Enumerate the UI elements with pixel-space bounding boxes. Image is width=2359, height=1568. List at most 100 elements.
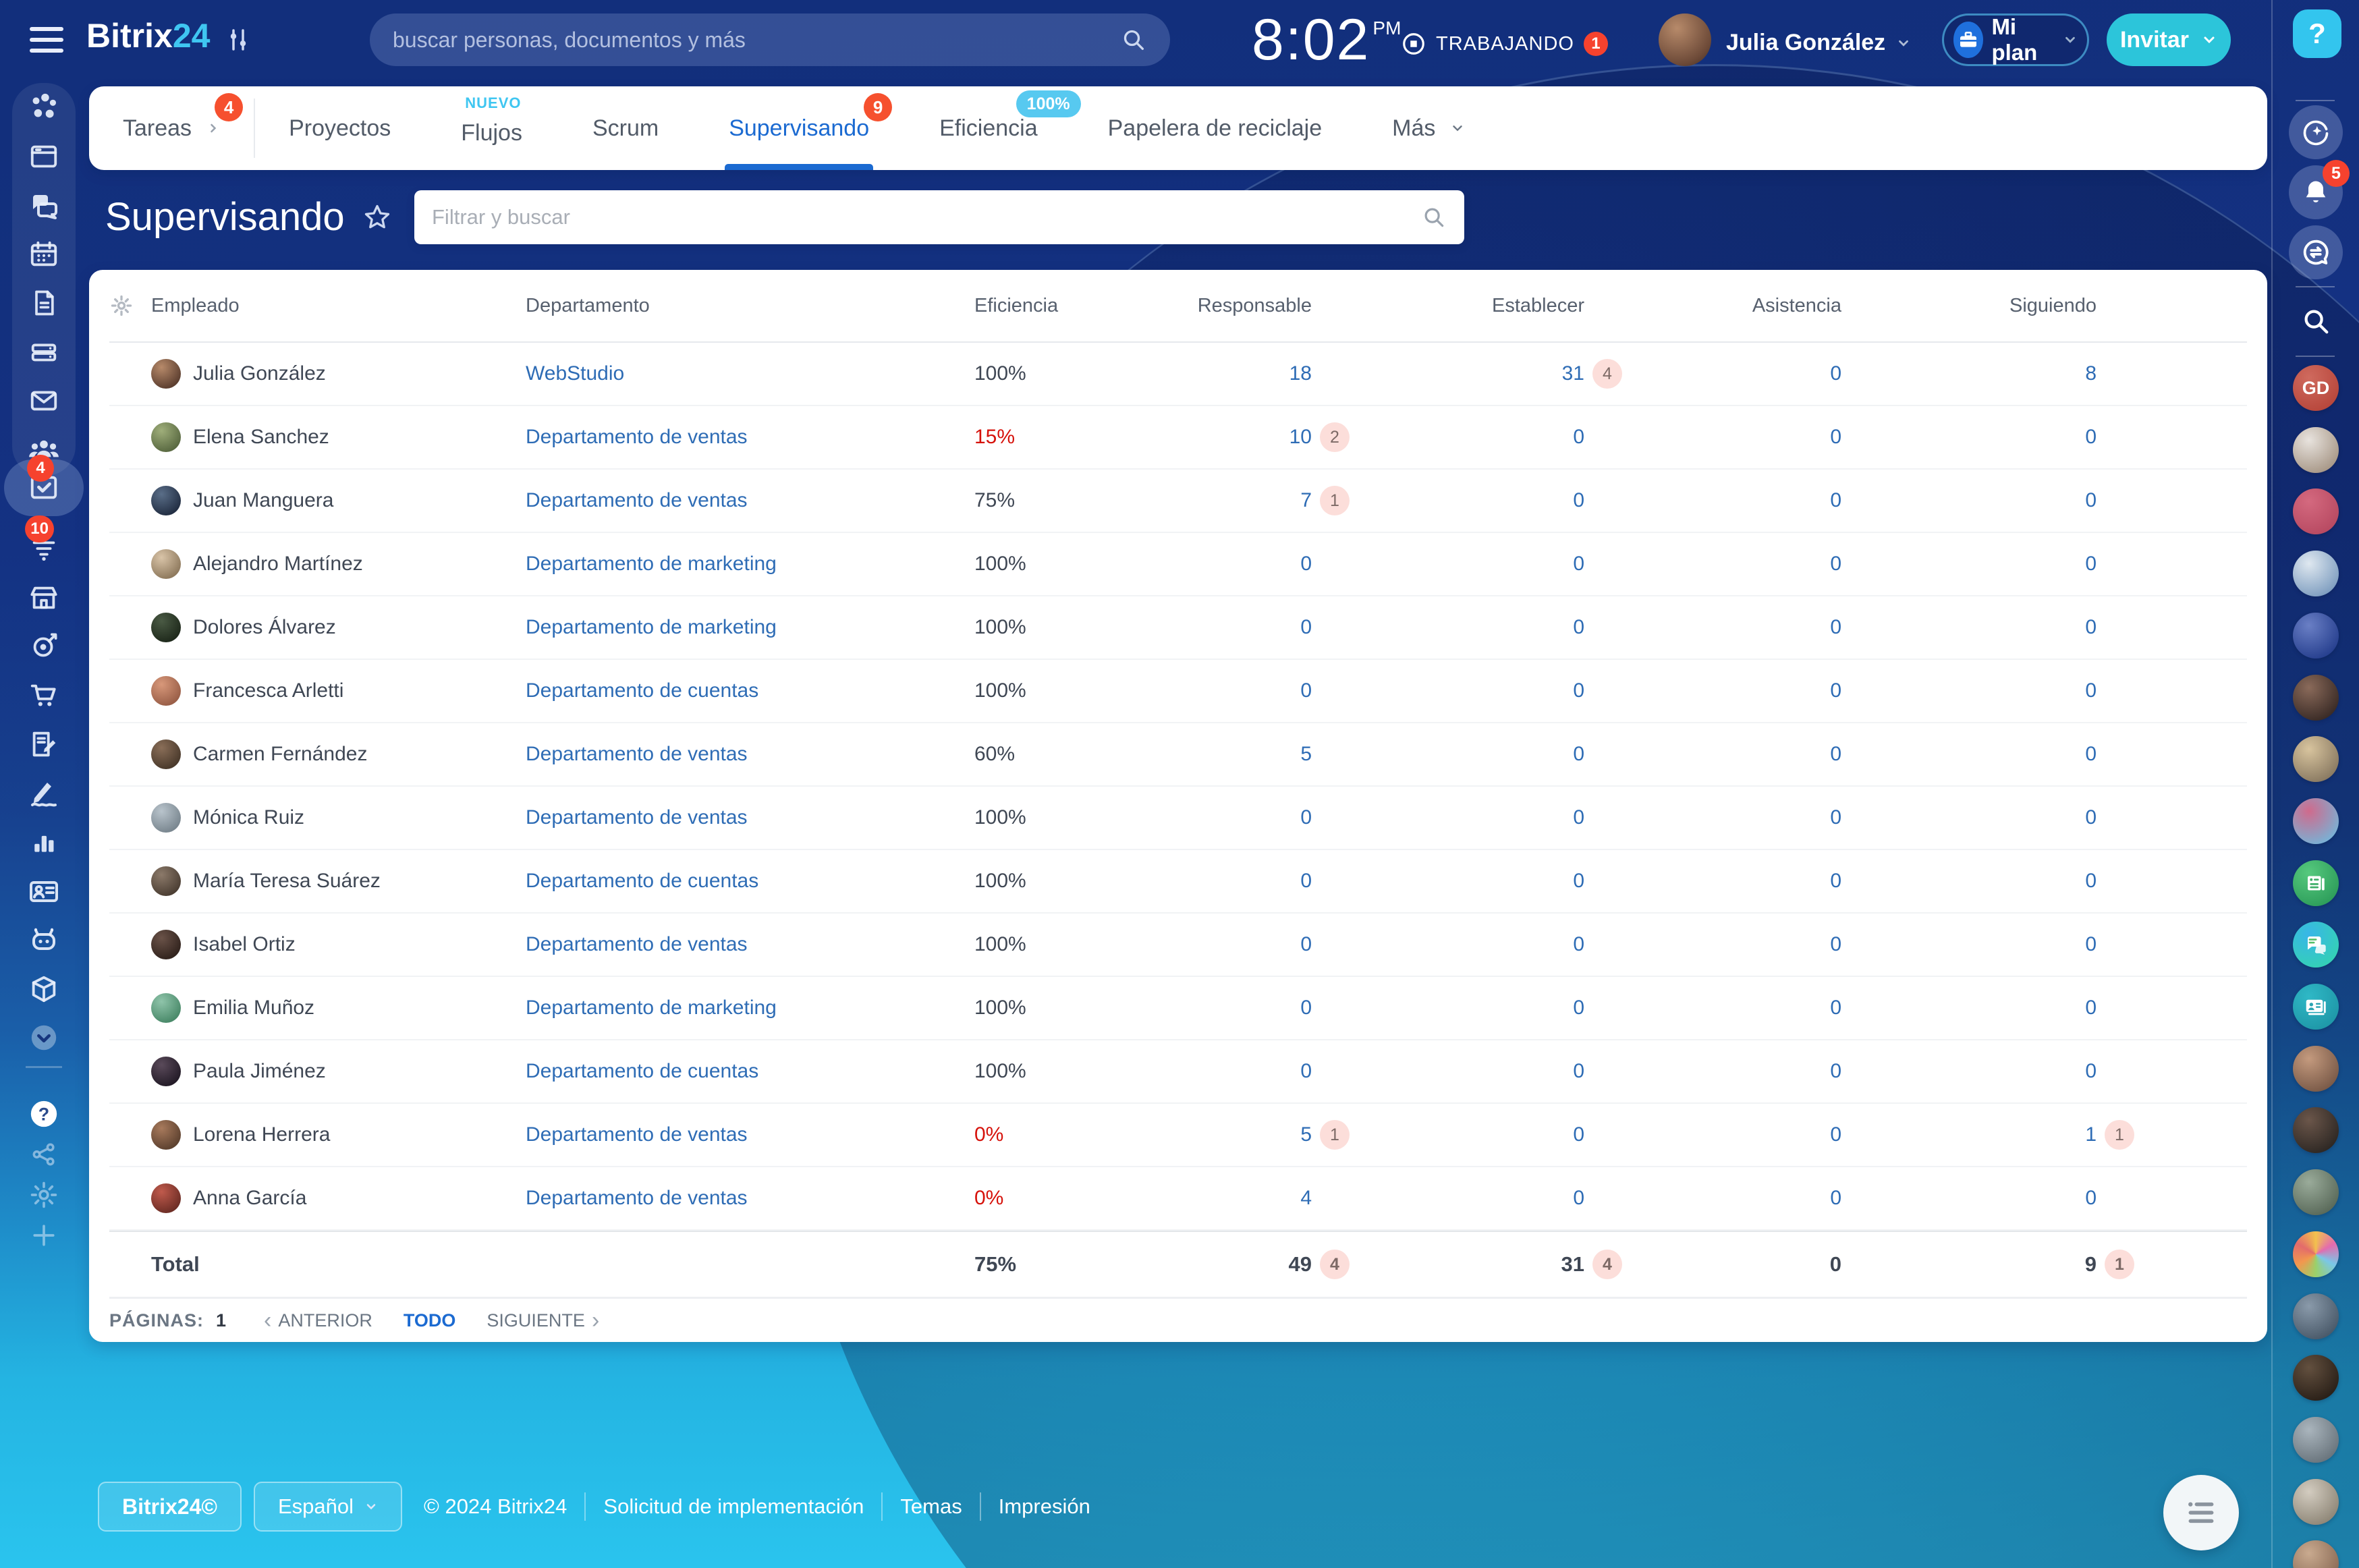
- favorite-star-icon[interactable]: [362, 202, 392, 232]
- employee-name[interactable]: Francesca Arletti: [193, 679, 343, 702]
- rail-search-icon[interactable]: [2289, 294, 2343, 348]
- table-row[interactable]: Elena SanchezDepartamento de ventas15%10…: [109, 406, 2247, 470]
- value-following[interactable]: 0: [2085, 997, 2097, 1019]
- value-following[interactable]: 0: [2085, 743, 2097, 766]
- table-settings-gear-icon[interactable]: [109, 293, 151, 318]
- value-following[interactable]: 1: [2085, 1123, 2097, 1146]
- value-attendance[interactable]: 0: [1830, 933, 1841, 956]
- rail-avatar-photo[interactable]: [2293, 1540, 2339, 1568]
- value-attendance[interactable]: 0: [1830, 1187, 1841, 1210]
- tab-scrum[interactable]: Scrum: [592, 86, 659, 170]
- employee-avatar[interactable]: [151, 993, 181, 1023]
- department-link[interactable]: Departamento de cuentas: [526, 870, 758, 892]
- value-attendance[interactable]: 0: [1830, 743, 1841, 766]
- value-set[interactable]: 0: [1573, 870, 1584, 893]
- value-following[interactable]: 0: [2085, 489, 2097, 512]
- employee-avatar[interactable]: [151, 422, 181, 452]
- value-set[interactable]: 0: [1573, 743, 1584, 766]
- department-link[interactable]: Departamento de ventas: [526, 806, 748, 829]
- value-total-responsible[interactable]: 49: [1289, 1252, 1312, 1277]
- value-responsible[interactable]: 5: [1300, 743, 1312, 766]
- value-set[interactable]: 0: [1573, 1060, 1584, 1083]
- employee-avatar[interactable]: [151, 549, 181, 579]
- value-following[interactable]: 8: [2085, 362, 2097, 385]
- value-responsible[interactable]: 4: [1300, 1187, 1312, 1210]
- sidebar-item-browser-window[interactable]: [0, 132, 88, 181]
- value-set[interactable]: 0: [1573, 616, 1584, 639]
- employee-name[interactable]: Mónica Ruiz: [193, 806, 304, 829]
- filter-search-input[interactable]: Filtrar y buscar: [414, 190, 1464, 244]
- footer-brand-button[interactable]: Bitrix24©: [98, 1482, 242, 1532]
- value-attendance[interactable]: 0: [1830, 870, 1841, 893]
- employee-name[interactable]: Paula Jiménez: [193, 1060, 326, 1083]
- sidebar-item-target[interactable]: [0, 621, 88, 671]
- table-row[interactable]: Emilia MuñozDepartamento de marketing100…: [109, 977, 2247, 1040]
- rail-avatar-photo[interactable]: [2293, 427, 2339, 473]
- employee-avatar[interactable]: [151, 1057, 181, 1086]
- sidebar-item-cart[interactable]: [0, 671, 88, 721]
- table-row[interactable]: Paula JiménezDepartamento de cuentas100%…: [109, 1040, 2247, 1104]
- value-following[interactable]: 0: [2085, 870, 2097, 893]
- sidebar-item-drive[interactable]: [0, 327, 88, 377]
- rail-avatar-photo[interactable]: [2293, 551, 2339, 596]
- column-header-responsable[interactable]: Responsable: [1223, 295, 1312, 317]
- table-row[interactable]: Juan MangueraDepartamento de ventas75%71…: [109, 470, 2247, 533]
- my-plan-button[interactable]: Mi plan: [1942, 13, 2089, 66]
- search-icon[interactable]: [1421, 204, 1447, 230]
- value-attendance[interactable]: 0: [1830, 997, 1841, 1019]
- department-link[interactable]: Departamento de marketing: [526, 553, 777, 575]
- value-responsible[interactable]: 10: [1289, 426, 1312, 449]
- table-row[interactable]: María Teresa SuárezDepartamento de cuent…: [109, 850, 2247, 914]
- value-following[interactable]: 0: [2085, 426, 2097, 449]
- value-total-following[interactable]: 9: [2085, 1252, 2097, 1277]
- employee-name[interactable]: Alejandro Martínez: [193, 553, 363, 576]
- employee-avatar[interactable]: [151, 359, 181, 389]
- department-link[interactable]: Departamento de ventas: [526, 1123, 748, 1146]
- sidebar-item-contract[interactable]: [0, 719, 88, 769]
- sidebar-item-id-card[interactable]: [0, 866, 88, 916]
- rail-avatar-photo[interactable]: [2293, 675, 2339, 721]
- tab-tareas[interactable]: Tareas4: [123, 86, 220, 170]
- workday-clock[interactable]: 8:02PM: [1252, 7, 1401, 74]
- value-following[interactable]: 0: [2085, 616, 2097, 639]
- all-pages-button[interactable]: TODO: [404, 1310, 456, 1331]
- brand-logo[interactable]: Bitrix24: [86, 16, 210, 55]
- footer-link-themes[interactable]: Temas: [900, 1494, 962, 1519]
- value-responsible[interactable]: 0: [1300, 806, 1312, 829]
- value-responsible[interactable]: 0: [1300, 933, 1312, 956]
- table-row[interactable]: Lorena HerreraDepartamento de ventas0%51…: [109, 1104, 2247, 1167]
- employee-name[interactable]: Lorena Herrera: [193, 1123, 330, 1146]
- sidebar-item-chat-bubbles[interactable]: [0, 180, 88, 230]
- value-set[interactable]: 0: [1573, 1187, 1584, 1210]
- sidebar-item-bar-chart[interactable]: [0, 817, 88, 867]
- logo-settings-icon[interactable]: [224, 26, 252, 54]
- rail-avatar-photo[interactable]: [2293, 613, 2339, 659]
- value-set[interactable]: 0: [1573, 426, 1584, 449]
- value-responsible[interactable]: 5: [1300, 1123, 1312, 1146]
- sidebar-item-tasks[interactable]: 4: [0, 463, 88, 513]
- prev-page-button[interactable]: ‹ANTERIOR: [257, 1308, 372, 1334]
- search-icon[interactable]: [1120, 26, 1147, 53]
- value-responsible[interactable]: 0: [1300, 553, 1312, 576]
- rail-copilot[interactable]: [2289, 105, 2343, 159]
- employee-name[interactable]: Dolores Álvarez: [193, 616, 336, 639]
- value-responsible[interactable]: 0: [1300, 616, 1312, 639]
- sidebar-item-signature[interactable]: [0, 768, 88, 818]
- sidebar-item-robot[interactable]: [0, 915, 88, 965]
- table-row[interactable]: Anna GarcíaDepartamento de ventas0%4000: [109, 1167, 2247, 1231]
- employee-avatar[interactable]: [151, 739, 181, 769]
- employee-name[interactable]: Juan Manguera: [193, 489, 333, 512]
- sidebar-item-network-hub[interactable]: [0, 82, 88, 132]
- rail-messenger[interactable]: [2289, 225, 2343, 279]
- employee-avatar[interactable]: [151, 676, 181, 706]
- tab-proyectos[interactable]: Proyectos: [289, 86, 391, 170]
- sidebar-item-document[interactable]: [0, 278, 88, 328]
- table-row[interactable]: Dolores ÁlvarezDepartamento de marketing…: [109, 596, 2247, 660]
- value-following[interactable]: 0: [2085, 1187, 2097, 1210]
- value-following[interactable]: 0: [2085, 553, 2097, 576]
- column-header-eficiencia[interactable]: Eficiencia: [974, 295, 1223, 317]
- value-attendance[interactable]: 0: [1830, 616, 1841, 639]
- main-menu-icon[interactable]: [30, 27, 63, 53]
- rail-notifications-bell[interactable]: 5: [2289, 165, 2343, 219]
- tab-papelera[interactable]: Papelera de reciclaje: [1108, 86, 1323, 170]
